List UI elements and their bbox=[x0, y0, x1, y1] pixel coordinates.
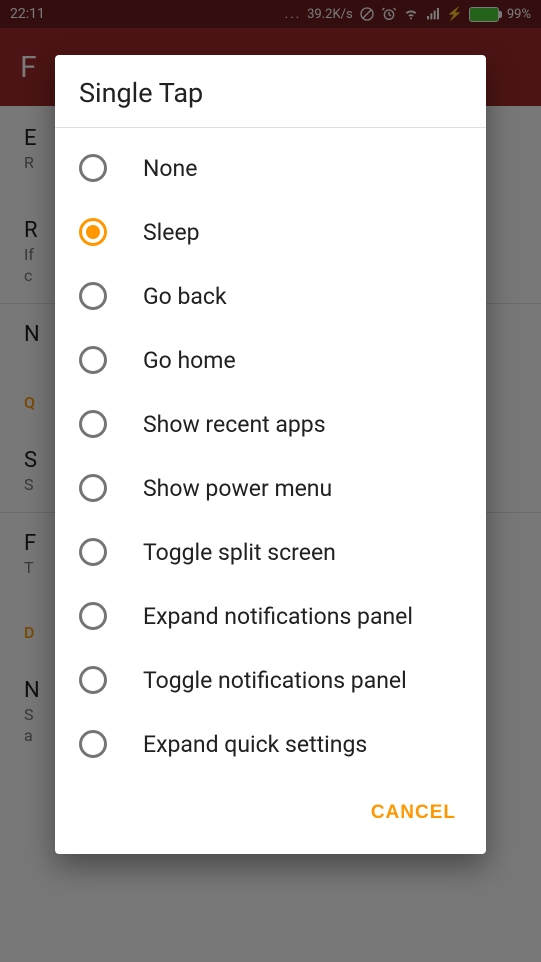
option-row[interactable]: Show power menu bbox=[55, 456, 486, 520]
radio-icon[interactable] bbox=[79, 474, 107, 502]
option-row[interactable]: Expand quick settings bbox=[55, 712, 486, 776]
option-row[interactable]: None bbox=[55, 136, 486, 200]
option-row[interactable]: Expand notifications panel bbox=[55, 584, 486, 648]
radio-icon[interactable] bbox=[79, 154, 107, 182]
radio-icon[interactable] bbox=[79, 666, 107, 694]
radio-icon[interactable] bbox=[79, 282, 107, 310]
option-row[interactable]: Show recent apps bbox=[55, 392, 486, 456]
option-label: Toggle notifications panel bbox=[143, 667, 407, 694]
option-row[interactable]: Go back bbox=[55, 264, 486, 328]
option-row[interactable]: Toggle split screen bbox=[55, 520, 486, 584]
option-label: None bbox=[143, 155, 197, 182]
option-label: Expand quick settings bbox=[143, 731, 367, 758]
radio-icon[interactable] bbox=[79, 218, 107, 246]
option-label: Sleep bbox=[143, 219, 200, 246]
dialog-actions: CANCEL bbox=[55, 782, 486, 854]
option-label: Show power menu bbox=[143, 475, 332, 502]
cancel-button[interactable]: CANCEL bbox=[359, 794, 468, 832]
radio-icon[interactable] bbox=[79, 538, 107, 566]
single-tap-dialog: Single Tap None Sleep Go back Go home Show r… bbox=[55, 55, 486, 854]
radio-icon[interactable] bbox=[79, 346, 107, 374]
option-label: Show recent apps bbox=[143, 411, 326, 438]
radio-icon[interactable] bbox=[79, 410, 107, 438]
option-label: Toggle split screen bbox=[143, 539, 336, 566]
option-row[interactable]: Sleep bbox=[55, 200, 486, 264]
dialog-title: Single Tap bbox=[55, 55, 486, 128]
option-row[interactable]: Go home bbox=[55, 328, 486, 392]
radio-icon[interactable] bbox=[79, 730, 107, 758]
dialog-options-list: None Sleep Go back Go home Show recent apps S… bbox=[55, 128, 486, 782]
radio-icon[interactable] bbox=[79, 602, 107, 630]
option-label: Expand notifications panel bbox=[143, 603, 413, 630]
option-label: Go back bbox=[143, 283, 227, 310]
option-row[interactable]: Toggle notifications panel bbox=[55, 648, 486, 712]
option-label: Go home bbox=[143, 347, 236, 374]
